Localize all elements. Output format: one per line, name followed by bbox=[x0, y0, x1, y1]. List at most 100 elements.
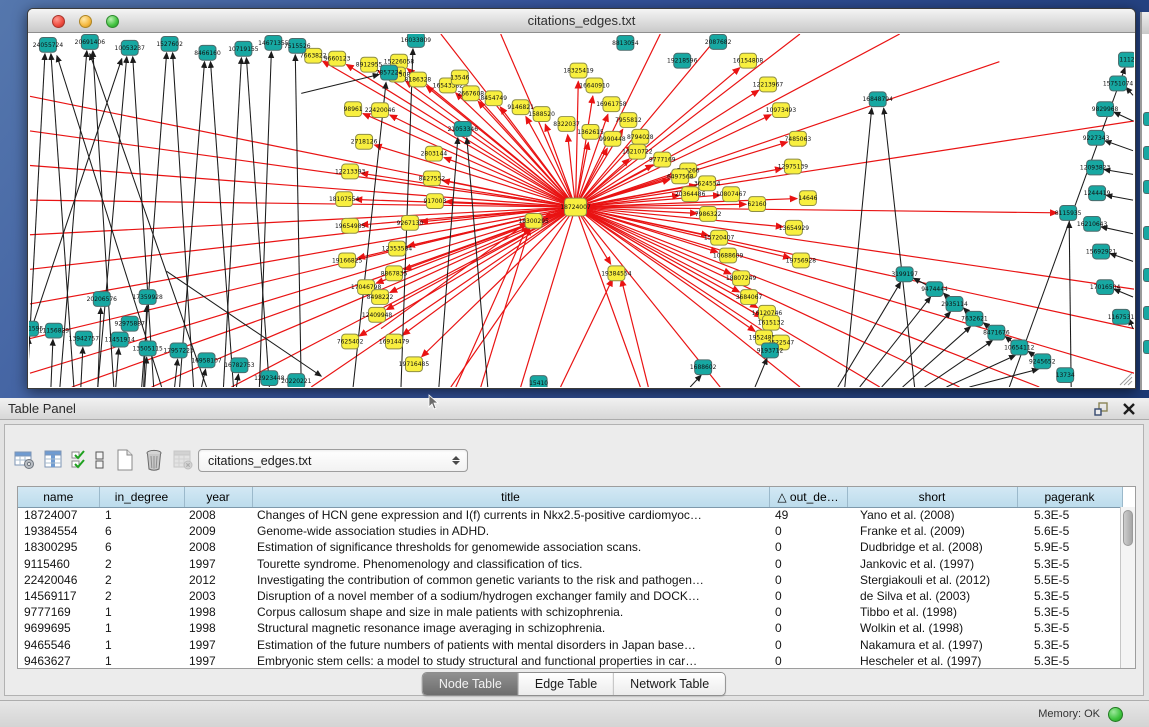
row-check-icon[interactable] bbox=[71, 447, 87, 473]
table-cell[interactable]: 6 bbox=[99, 539, 184, 555]
table-cell[interactable]: 5.3E-5 bbox=[1017, 588, 1122, 604]
table-cell[interactable]: 1 bbox=[99, 604, 184, 620]
table-cell[interactable]: 5.3E-5 bbox=[1017, 653, 1122, 669]
table-row[interactable]: 946362711997Embryonic stem cells: a mode… bbox=[18, 653, 1122, 669]
table-settings-icon[interactable] bbox=[13, 447, 37, 473]
table-cell[interactable]: 1 bbox=[99, 637, 184, 653]
table-cell[interactable]: Nakamura et al. (1997) bbox=[847, 637, 1017, 653]
table-cell[interactable]: Yano et al. (2008) bbox=[847, 507, 1017, 523]
table-panel-header[interactable]: Table Panel bbox=[0, 398, 1149, 420]
table-cell[interactable]: 0 bbox=[769, 604, 847, 620]
network-canvas[interactable]: 7663822966012389129551522605898275088186… bbox=[29, 34, 1134, 387]
table-row[interactable]: 911546021997Tourette syndrome. Phenomeno… bbox=[18, 556, 1122, 572]
table-cell[interactable]: Hescheler et al. (1997) bbox=[847, 653, 1017, 669]
table-cell[interactable]: 49 bbox=[769, 507, 847, 523]
table-cell[interactable]: Tibbo et al. (1998) bbox=[847, 604, 1017, 620]
table-cell[interactable]: 0 bbox=[769, 556, 847, 572]
close-icon[interactable] bbox=[1121, 402, 1137, 416]
table-cell[interactable]: 5.3E-5 bbox=[1017, 556, 1122, 572]
table-cell[interactable]: Structural magnetic resonance image aver… bbox=[252, 620, 769, 636]
table-cell[interactable]: Estimation of the future numbers of pati… bbox=[252, 637, 769, 653]
column-header-short[interactable]: short bbox=[847, 487, 1017, 507]
table-cell[interactable]: Estimation of significance thresholds fo… bbox=[252, 539, 769, 555]
table-cell[interactable]: 2 bbox=[99, 556, 184, 572]
table-cell[interactable]: 6 bbox=[99, 523, 184, 539]
table-selector-combo[interactable]: citations_edges.txt bbox=[198, 449, 468, 472]
table-cell[interactable]: 9115460 bbox=[18, 556, 99, 572]
table-cell[interactable]: 5.3E-5 bbox=[1017, 507, 1122, 523]
table-cell[interactable]: 1998 bbox=[184, 620, 252, 636]
table-cell[interactable]: 1 bbox=[99, 620, 184, 636]
column-header-title[interactable]: title bbox=[252, 487, 769, 507]
table-cell[interactable]: Embryonic stem cells: a model to study s… bbox=[252, 653, 769, 669]
table-row[interactable]: 946554611997Estimation of the future num… bbox=[18, 637, 1122, 653]
table-cell[interactable]: 9465546 bbox=[18, 637, 99, 653]
table-cell[interactable]: Genome-wide association studies in ADHD. bbox=[252, 523, 769, 539]
column-header-out_de[interactable]: △ out_de… bbox=[769, 487, 847, 507]
table-cell[interactable]: 1997 bbox=[184, 653, 252, 669]
table-cell[interactable]: 5.3E-5 bbox=[1017, 637, 1122, 653]
table-cell[interactable]: Corpus callosum shape and size in male p… bbox=[252, 604, 769, 620]
table-cell[interactable]: 1 bbox=[99, 507, 184, 523]
table-cell[interactable]: de Silva et al. (2003) bbox=[847, 588, 1017, 604]
table-cell[interactable]: 2 bbox=[99, 572, 184, 588]
table-cell[interactable]: 0 bbox=[769, 572, 847, 588]
close-window-icon[interactable] bbox=[52, 15, 65, 28]
table-cell[interactable]: Dudbridge et al. (2008) bbox=[847, 539, 1017, 555]
table-row[interactable]: 1938455462009Genome-wide association stu… bbox=[18, 523, 1122, 539]
table-cell[interactable]: 14569117 bbox=[18, 588, 99, 604]
table-cell[interactable]: 2 bbox=[99, 588, 184, 604]
table-cell[interactable]: 1997 bbox=[184, 556, 252, 572]
table-cell[interactable]: 2008 bbox=[184, 507, 252, 523]
column-header-in_degree[interactable]: in_degree bbox=[99, 487, 184, 507]
network-view-window[interactable]: citations_edges.txt 76638229660123891295… bbox=[27, 8, 1136, 389]
table-cell[interactable]: 2009 bbox=[184, 523, 252, 539]
table-row[interactable]: 2242004622012Investigating the contribut… bbox=[18, 572, 1122, 588]
rows-icon[interactable] bbox=[92, 447, 108, 473]
column-header-pagerank[interactable]: pagerank bbox=[1017, 487, 1122, 507]
table-row[interactable]: 977716911998Corpus callosum shape and si… bbox=[18, 604, 1122, 620]
table-cell[interactable]: Tourette syndrome. Phenomenology and cla… bbox=[252, 556, 769, 572]
table-cell[interactable]: Disruption of a novel member of a sodium… bbox=[252, 588, 769, 604]
table-cell[interactable]: 0 bbox=[769, 653, 847, 669]
table-vertical-scrollbar[interactable] bbox=[1120, 507, 1135, 668]
table-cell[interactable]: 9463627 bbox=[18, 653, 99, 669]
table-cell[interactable]: 5.3E-5 bbox=[1017, 620, 1122, 636]
table-row[interactable]: 969969511998Structural magnetic resonanc… bbox=[18, 620, 1122, 636]
table-cell[interactable]: Investigating the contribution of common… bbox=[252, 572, 769, 588]
background-window-sliver[interactable] bbox=[1140, 12, 1149, 390]
table-cell[interactable]: 0 bbox=[769, 637, 847, 653]
table-cell[interactable]: Wolkin et al. (1998) bbox=[847, 620, 1017, 636]
table-cell[interactable]: 5.9E-5 bbox=[1017, 539, 1122, 555]
table-cell[interactable]: 18724007 bbox=[18, 507, 99, 523]
table-cell[interactable]: 0 bbox=[769, 588, 847, 604]
table-cell[interactable]: Jankovic et al. (1997) bbox=[847, 556, 1017, 572]
table-cell[interactable]: 0 bbox=[769, 620, 847, 636]
new-file-icon[interactable] bbox=[113, 447, 137, 473]
table-cell[interactable]: 0 bbox=[769, 523, 847, 539]
table-row[interactable]: 1456911722003Disruption of a novel membe… bbox=[18, 588, 1122, 604]
tab-network-table[interactable]: Network Table bbox=[614, 673, 725, 695]
table-cell[interactable]: 5.6E-5 bbox=[1017, 523, 1122, 539]
table-cell[interactable]: 18300295 bbox=[18, 539, 99, 555]
table-cell[interactable]: 2003 bbox=[184, 588, 252, 604]
table-cell[interactable]: 2008 bbox=[184, 539, 252, 555]
table-cell[interactable]: Franke et al. (2009) bbox=[847, 523, 1017, 539]
delete-trash-icon[interactable] bbox=[142, 447, 166, 473]
minimize-window-icon[interactable] bbox=[79, 15, 92, 28]
table-cell[interactable]: 5.3E-5 bbox=[1017, 604, 1122, 620]
tab-edge-table[interactable]: Edge Table bbox=[519, 673, 614, 695]
table-cell[interactable]: 0 bbox=[769, 539, 847, 555]
zoom-window-icon[interactable] bbox=[106, 15, 119, 28]
table-cell[interactable]: 9699695 bbox=[18, 620, 99, 636]
table-cell[interactable]: Changes of HCN gene expression and I(f) … bbox=[252, 507, 769, 523]
table-cell[interactable]: 9777169 bbox=[18, 604, 99, 620]
table-cell[interactable]: 1998 bbox=[184, 604, 252, 620]
column-header-year[interactable]: year bbox=[184, 487, 252, 507]
show-columns-icon[interactable] bbox=[42, 447, 66, 473]
node-table-grid[interactable]: namein_degreeyeartitle△ out_de…shortpage… bbox=[17, 486, 1136, 669]
table-cell[interactable]: 5.5E-5 bbox=[1017, 572, 1122, 588]
table-row[interactable]: 1830029562008Estimation of significance … bbox=[18, 539, 1122, 555]
scrollbar-thumb[interactable] bbox=[1123, 510, 1133, 546]
tab-node-table[interactable]: Node Table bbox=[423, 673, 519, 695]
